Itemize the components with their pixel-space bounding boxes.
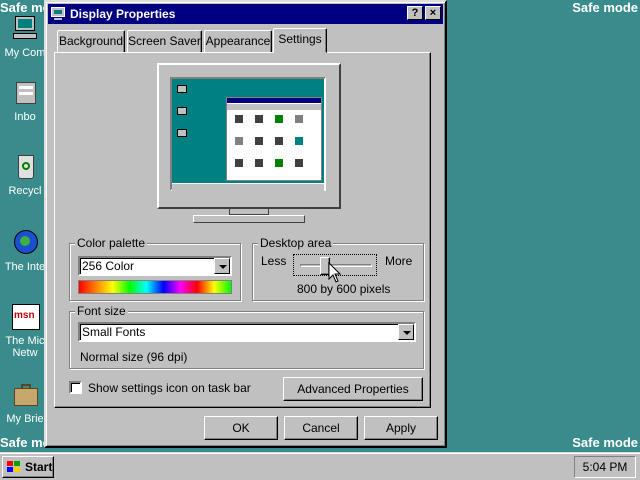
desktop-icon-briefcase[interactable]: My Brie [2, 380, 48, 425]
desktop-icon-recycle-bin[interactable]: Recycl [2, 152, 48, 197]
desktop-icon-label: The Mic [5, 335, 45, 347]
internet-icon [10, 228, 40, 258]
desktop-icon-msn[interactable]: msn The Mic Netw [2, 302, 48, 359]
desktop-icon-label: My Brie [6, 413, 44, 425]
font-size-note: Normal size (96 dpi) [80, 350, 188, 364]
start-label: Start [25, 460, 53, 474]
resolution-text: 800 by 600 pixels [297, 282, 391, 296]
windows-logo-icon [6, 460, 22, 474]
display-icon [50, 7, 66, 21]
cancel-button[interactable]: Cancel [284, 416, 358, 440]
taskbar: Start 5:04 PM [0, 452, 640, 480]
desktop-icon-internet[interactable]: The Inte [2, 228, 48, 273]
mouse-pointer-icon [328, 262, 342, 283]
close-button[interactable]: × [425, 6, 441, 20]
desktop-area-legend: Desktop area [258, 236, 334, 250]
window-title: Display Properties [70, 7, 176, 21]
display-properties-window: Display Properties ? × Background Screen… [44, 0, 447, 448]
tab-appearance[interactable]: Appearance [204, 30, 272, 52]
desktop-icon-label: Recycl [8, 185, 42, 197]
desktop-icon-inbox[interactable]: Inbo [2, 78, 48, 123]
font-size-value: Small Fonts [82, 325, 146, 339]
help-button[interactable]: ? [407, 6, 423, 20]
chevron-down-icon[interactable] [214, 258, 230, 274]
color-palette-select[interactable]: 256 Color [78, 256, 232, 276]
recycle-bin-icon [10, 152, 40, 182]
more-label: More [385, 254, 413, 268]
clock[interactable]: 5:04 PM [583, 460, 628, 474]
safe-mode-label-bottom-right: Safe mode [572, 435, 638, 450]
color-palette-legend: Color palette [75, 236, 148, 250]
title-bar[interactable]: Display Properties ? × [48, 4, 443, 24]
inbox-icon [10, 78, 40, 108]
msn-icon: msn [10, 302, 40, 332]
chevron-down-icon[interactable] [398, 324, 414, 340]
ok-button[interactable]: OK [204, 416, 278, 440]
my-computer-icon [10, 14, 40, 44]
show-settings-icon-label[interactable]: Show settings icon on task bar [88, 381, 251, 395]
color-spectrum-bar [78, 280, 232, 294]
show-settings-icon-checkbox[interactable] [69, 381, 82, 394]
monitor-preview [157, 63, 341, 231]
font-size-select[interactable]: Small Fonts [78, 322, 416, 342]
font-size-legend: Font size [75, 304, 128, 318]
tab-settings[interactable]: Settings [273, 28, 327, 53]
system-tray: 5:04 PM [574, 456, 636, 478]
color-palette-value: 256 Color [82, 259, 135, 273]
advanced-properties-button[interactable]: Advanced Properties [283, 377, 423, 401]
desktop-icon-label: Inbo [14, 111, 36, 123]
tab-background[interactable]: Background [57, 30, 125, 52]
desktop-icon-my-computer[interactable]: My Com [2, 14, 48, 59]
desktop-icon-label: My Com [4, 47, 46, 59]
briefcase-icon [10, 380, 40, 410]
less-label: Less [261, 254, 287, 268]
safe-mode-label-top-right: Safe mode [572, 0, 638, 15]
start-button[interactable]: Start [2, 456, 54, 478]
tab-screen-saver[interactable]: Screen Saver [127, 30, 202, 52]
settings-panel: Color palette 256 Color Desktop area Les… [54, 52, 431, 408]
color-palette-group: Color palette 256 Color [69, 236, 241, 301]
desktop-icon-label: The Inte [4, 261, 46, 273]
font-size-group: Font size Small Fonts Normal size (96 dp… [69, 304, 424, 369]
apply-button[interactable]: Apply [364, 416, 438, 440]
desktop-icon-label-line2: Netw [12, 347, 38, 359]
